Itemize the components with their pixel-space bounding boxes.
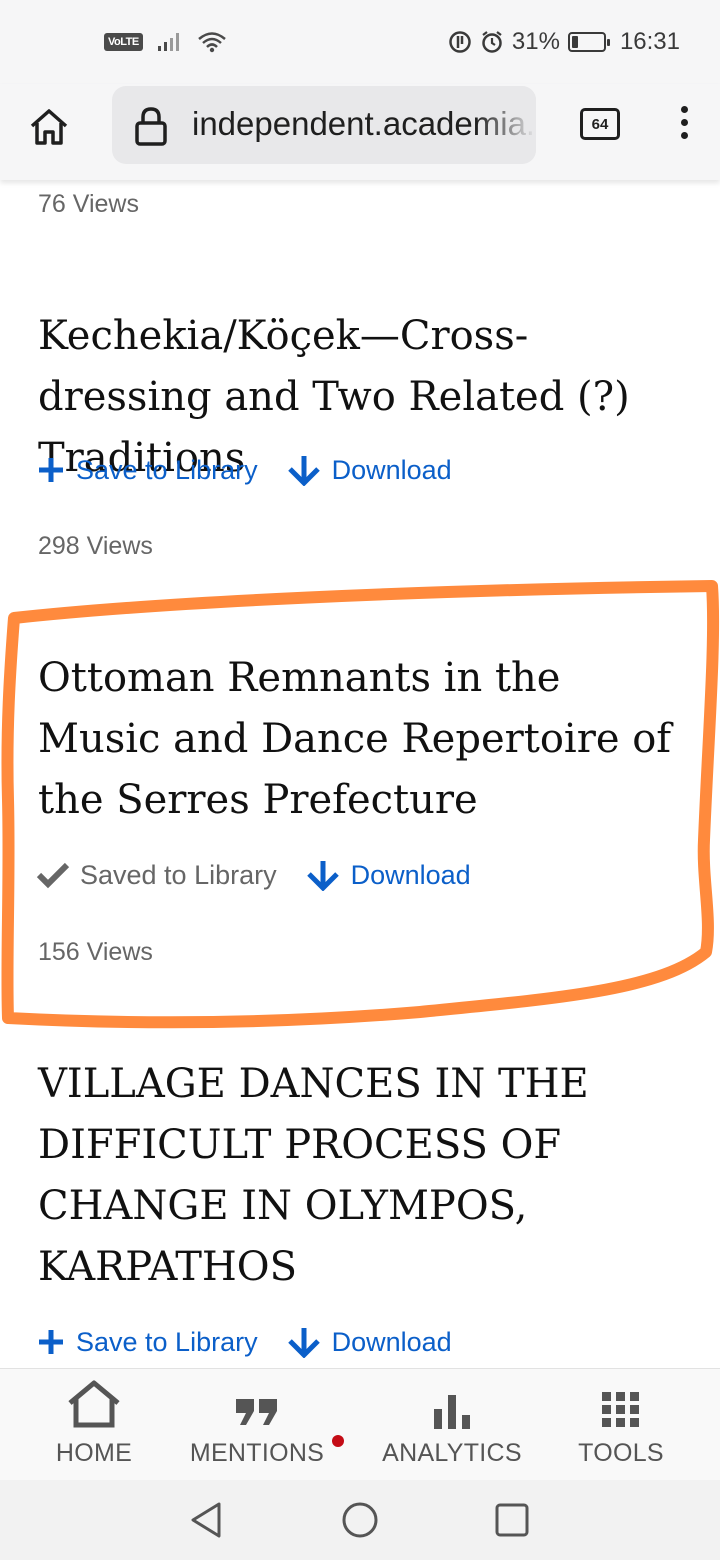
save-label: Save to Library (76, 454, 258, 485)
plus-icon (39, 458, 63, 482)
paper-title[interactable]: VILLAGE DANCES IN THE DIFFICULT PROCESS … (38, 1054, 598, 1298)
back-icon[interactable] (188, 1500, 224, 1540)
saved-to-library-button[interactable]: Saved to Library (36, 860, 277, 891)
nav-home[interactable]: HOME (54, 1377, 134, 1468)
paper-views: 298 Views (38, 532, 153, 560)
notification-dot (332, 1435, 344, 1447)
paper-views: 76 Views (38, 190, 139, 218)
volte-badge: VoLTE (104, 33, 143, 51)
signal-icon (157, 33, 179, 51)
paper-actions: Save to Library Download (36, 1326, 480, 1358)
download-arrow-icon (306, 861, 339, 891)
status-right: 31% 16:31 (448, 28, 680, 56)
nav-home-label: HOME (55, 1439, 133, 1467)
nav-tools-label: TOOLS (578, 1439, 664, 1467)
download-button[interactable]: Download (286, 1326, 452, 1358)
battery-fill (571, 36, 579, 48)
home-icon (68, 1380, 120, 1428)
paper-title[interactable]: Ottoman Remnants in the Music and Dance … (38, 648, 688, 831)
save-to-library-button[interactable]: Save to Library (36, 1327, 258, 1358)
status-left: VoLTE (104, 31, 227, 53)
screen: VoLTE 31% 16:31 independent.academ 64 76… (0, 0, 720, 1560)
clock: 16:31 (619, 28, 680, 55)
checkmark-icon (36, 862, 70, 889)
nav-mentions[interactable]: MENTIONS (186, 1377, 344, 1468)
nav-analytics-label: ANALYTICS (382, 1439, 522, 1467)
status-bar: VoLTE 31% 16:31 (0, 0, 720, 84)
save-to-library-button[interactable]: Save to Library (36, 455, 258, 486)
home-circle-icon[interactable] (340, 1500, 380, 1540)
quote-icon (236, 1399, 277, 1425)
download-button[interactable]: Download (305, 859, 471, 891)
address-bar[interactable]: independent.academia.edu (112, 86, 536, 164)
nav-analytics[interactable]: ANALYTICS (380, 1377, 524, 1468)
download-arrow-icon (287, 1328, 320, 1358)
nav-mentions-label: MENTIONS (189, 1439, 325, 1467)
download-label: Download (331, 1326, 452, 1357)
overflow-menu-icon[interactable] (676, 106, 692, 146)
grid-icon (602, 1392, 639, 1427)
saved-label: Saved to Library (80, 859, 277, 890)
nav-tools[interactable]: TOOLS (578, 1377, 664, 1468)
download-label: Download (331, 454, 452, 485)
lock-icon (135, 107, 167, 146)
bar-chart-icon (434, 1395, 470, 1429)
browser-toolbar: independent.academia.edu 64 (0, 84, 720, 180)
battery-icon (567, 32, 610, 52)
alarm-icon (482, 31, 502, 53)
system-navigation-bar (0, 1480, 720, 1560)
url-fade (476, 86, 536, 164)
download-arrow-icon (287, 456, 320, 486)
battery-percent: 31% (511, 28, 560, 55)
download-label: Download (350, 859, 471, 890)
paper-views: 156 Views (38, 938, 153, 966)
download-button[interactable]: Download (286, 454, 452, 486)
paper-actions: Save to Library Download (36, 454, 480, 486)
wifi-icon (197, 32, 226, 53)
paper-actions: Saved to Library Download (36, 859, 499, 891)
browser-home-icon[interactable] (28, 106, 70, 148)
plus-icon (39, 1330, 63, 1354)
recents-icon[interactable] (494, 1502, 530, 1538)
data-saver-icon (449, 31, 471, 53)
tab-switcher-button[interactable]: 64 (580, 108, 620, 140)
save-label: Save to Library (76, 1326, 258, 1357)
bottom-navigation: HOME MENTIONS ANALYTICS TOOLS (0, 1368, 720, 1480)
